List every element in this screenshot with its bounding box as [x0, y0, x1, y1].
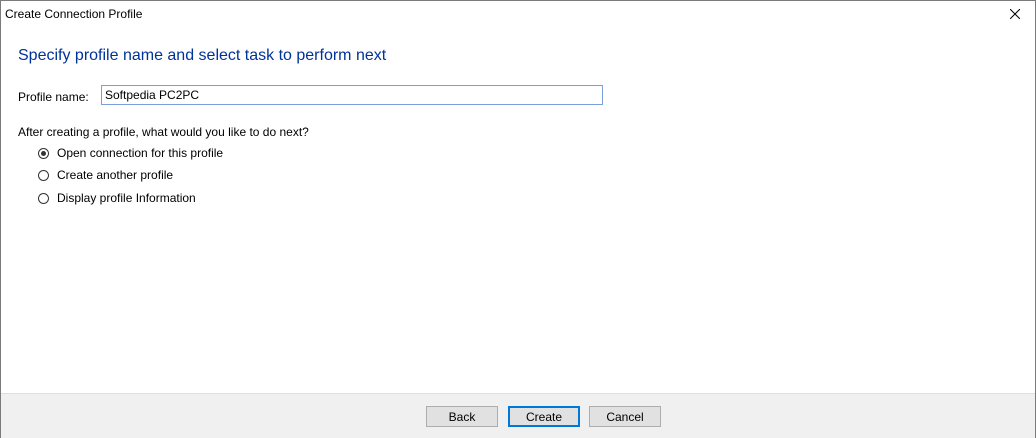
- radio-button[interactable]: [38, 192, 49, 204]
- create-button[interactable]: Create: [508, 406, 580, 427]
- profile-name-label: Profile name:: [18, 90, 89, 104]
- radio-button-checked[interactable]: [38, 147, 49, 159]
- option-label: Create another profile: [57, 168, 174, 182]
- option-create-another[interactable]: Create another profile: [38, 167, 173, 183]
- title-bar: Create Connection Profile: [1, 1, 1035, 27]
- next-task-question: After creating a profile, what would you…: [18, 125, 309, 139]
- close-button[interactable]: [995, 1, 1035, 27]
- back-button[interactable]: Back: [426, 406, 498, 427]
- page-heading: Specify profile name and select task to …: [18, 47, 387, 64]
- option-open-connection[interactable]: Open connection for this profile: [38, 145, 223, 161]
- radio-button[interactable]: [38, 169, 49, 181]
- option-label: Display profile Information: [57, 191, 196, 205]
- close-icon: [1010, 9, 1020, 19]
- profile-name-input[interactable]: [101, 85, 603, 105]
- cancel-button[interactable]: Cancel: [589, 406, 661, 427]
- option-label: Open connection for this profile: [57, 146, 224, 160]
- option-display-info[interactable]: Display profile Information: [38, 190, 196, 206]
- dialog-window: Create Connection Profile Specify profil…: [0, 0, 1036, 438]
- window-title: Create Connection Profile: [5, 7, 143, 21]
- button-bar: Back Create Cancel: [1, 393, 1035, 438]
